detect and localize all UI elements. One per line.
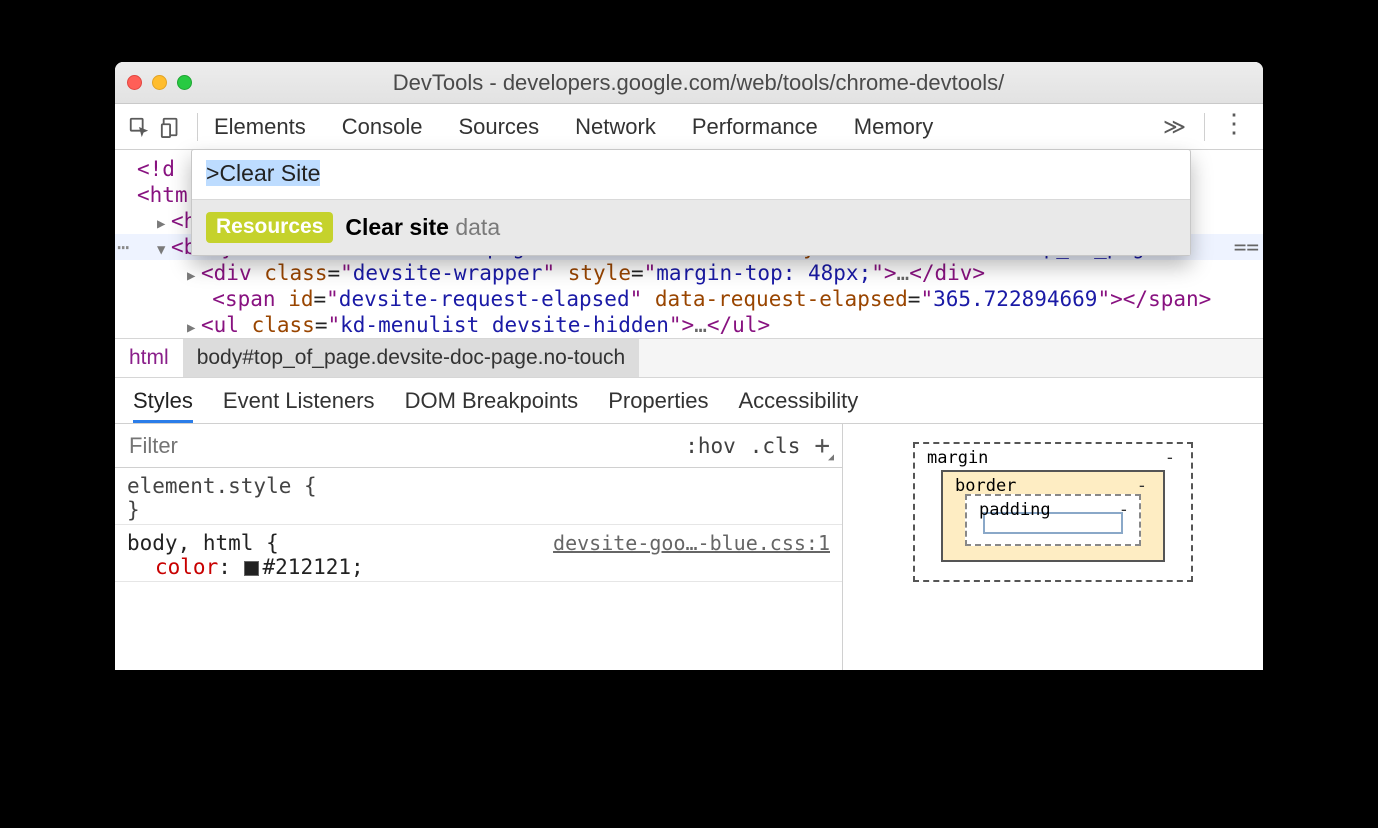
minimize-window-button[interactable] — [152, 75, 167, 90]
tab-memory[interactable]: Memory — [854, 114, 933, 140]
styles-filter-row: :hov .cls +◢ — [115, 424, 842, 468]
tab-network[interactable]: Network — [575, 114, 656, 140]
command-category-badge: Resources — [206, 212, 333, 243]
toolbar-separator — [1204, 113, 1205, 141]
hov-toggle[interactable]: :hov — [685, 434, 736, 458]
css-prop-name[interactable]: color — [155, 555, 218, 579]
new-rule-button[interactable]: +◢ — [814, 431, 830, 461]
css-rule-element-style[interactable]: element.style { } — [115, 468, 842, 525]
bm-border-top[interactable]: - — [1137, 476, 1147, 496]
zoom-window-button[interactable] — [177, 75, 192, 90]
styles-panel: :hov .cls +◢ element.style { } devsite-g… — [115, 424, 1263, 670]
command-menu: >Clear Site Resources Clear site data — [191, 149, 1191, 256]
panel-tabs: Elements Console Sources Network Perform… — [208, 114, 1155, 140]
device-toolbar-icon[interactable] — [155, 116, 187, 138]
breadcrumb-item[interactable]: html — [115, 339, 183, 377]
subtab-properties[interactable]: Properties — [608, 388, 708, 423]
subtab-event-listeners[interactable]: Event Listeners — [223, 388, 375, 423]
inspect-element-icon[interactable] — [123, 116, 155, 138]
subtab-styles[interactable]: Styles — [133, 388, 193, 423]
devtools-window: DevTools - developers.google.com/web/too… — [115, 62, 1263, 670]
command-menu-result[interactable]: Resources Clear site data — [192, 200, 1190, 255]
cls-toggle[interactable]: .cls — [750, 434, 801, 458]
bm-border-label: border — [955, 476, 1016, 496]
styles-filter-input[interactable] — [115, 433, 685, 459]
bm-padding-top[interactable]: - — [1119, 500, 1129, 520]
toolbar-separator — [197, 113, 198, 141]
bm-padding-label: padding — [979, 500, 1051, 520]
css-rule-body-html[interactable]: devsite-goo…-blue.css:1 body, html { col… — [115, 525, 842, 582]
subtab-dom-breakpoints[interactable]: DOM Breakpoints — [405, 388, 579, 423]
sidebar-tabs: Styles Event Listeners DOM Breakpoints P… — [115, 378, 1263, 424]
dom-node[interactable]: <span id="devsite-request-elapsed" data-… — [115, 286, 1263, 312]
main-toolbar: Elements Console Sources Network Perform… — [115, 104, 1263, 150]
breadcrumb: html body#top_of_page.devsite-doc-page.n… — [115, 338, 1263, 378]
close-window-button[interactable] — [127, 75, 142, 90]
command-menu-input[interactable]: >Clear Site — [192, 150, 1190, 200]
css-prop-value[interactable]: #212121 — [263, 555, 352, 579]
styles-rules: :hov .cls +◢ element.style { } devsite-g… — [115, 424, 843, 670]
tab-sources[interactable]: Sources — [458, 114, 539, 140]
css-source-link[interactable]: devsite-goo…-blue.css:1 — [553, 531, 830, 555]
box-model[interactable]: margin - border - padding - — [913, 442, 1263, 582]
tab-console[interactable]: Console — [342, 114, 423, 140]
titlebar: DevTools - developers.google.com/web/too… — [115, 62, 1263, 104]
color-swatch-icon[interactable] — [244, 561, 259, 576]
computed-box-model: margin - border - padding - — [843, 424, 1263, 670]
tab-elements[interactable]: Elements — [214, 114, 306, 140]
dom-node[interactable]: ▶<ul class="kd-menulist devsite-hidden">… — [115, 312, 1263, 338]
window-title: DevTools - developers.google.com/web/too… — [206, 70, 1251, 96]
tab-performance[interactable]: Performance — [692, 114, 818, 140]
traffic-lights — [127, 75, 192, 90]
settings-menu-icon[interactable]: ⋮ — [1215, 108, 1255, 145]
subtab-accessibility[interactable]: Accessibility — [738, 388, 858, 423]
breadcrumb-item-active[interactable]: body#top_of_page.devsite-doc-page.no-tou… — [183, 339, 640, 377]
command-name: Clear site data — [345, 214, 500, 241]
more-tabs-icon[interactable]: ≫ — [1155, 114, 1194, 140]
bm-margin-top[interactable]: - — [1165, 448, 1175, 468]
bm-margin-label: margin — [927, 448, 988, 468]
dom-node[interactable]: ▶<div class="devsite-wrapper" style="mar… — [115, 260, 1263, 286]
